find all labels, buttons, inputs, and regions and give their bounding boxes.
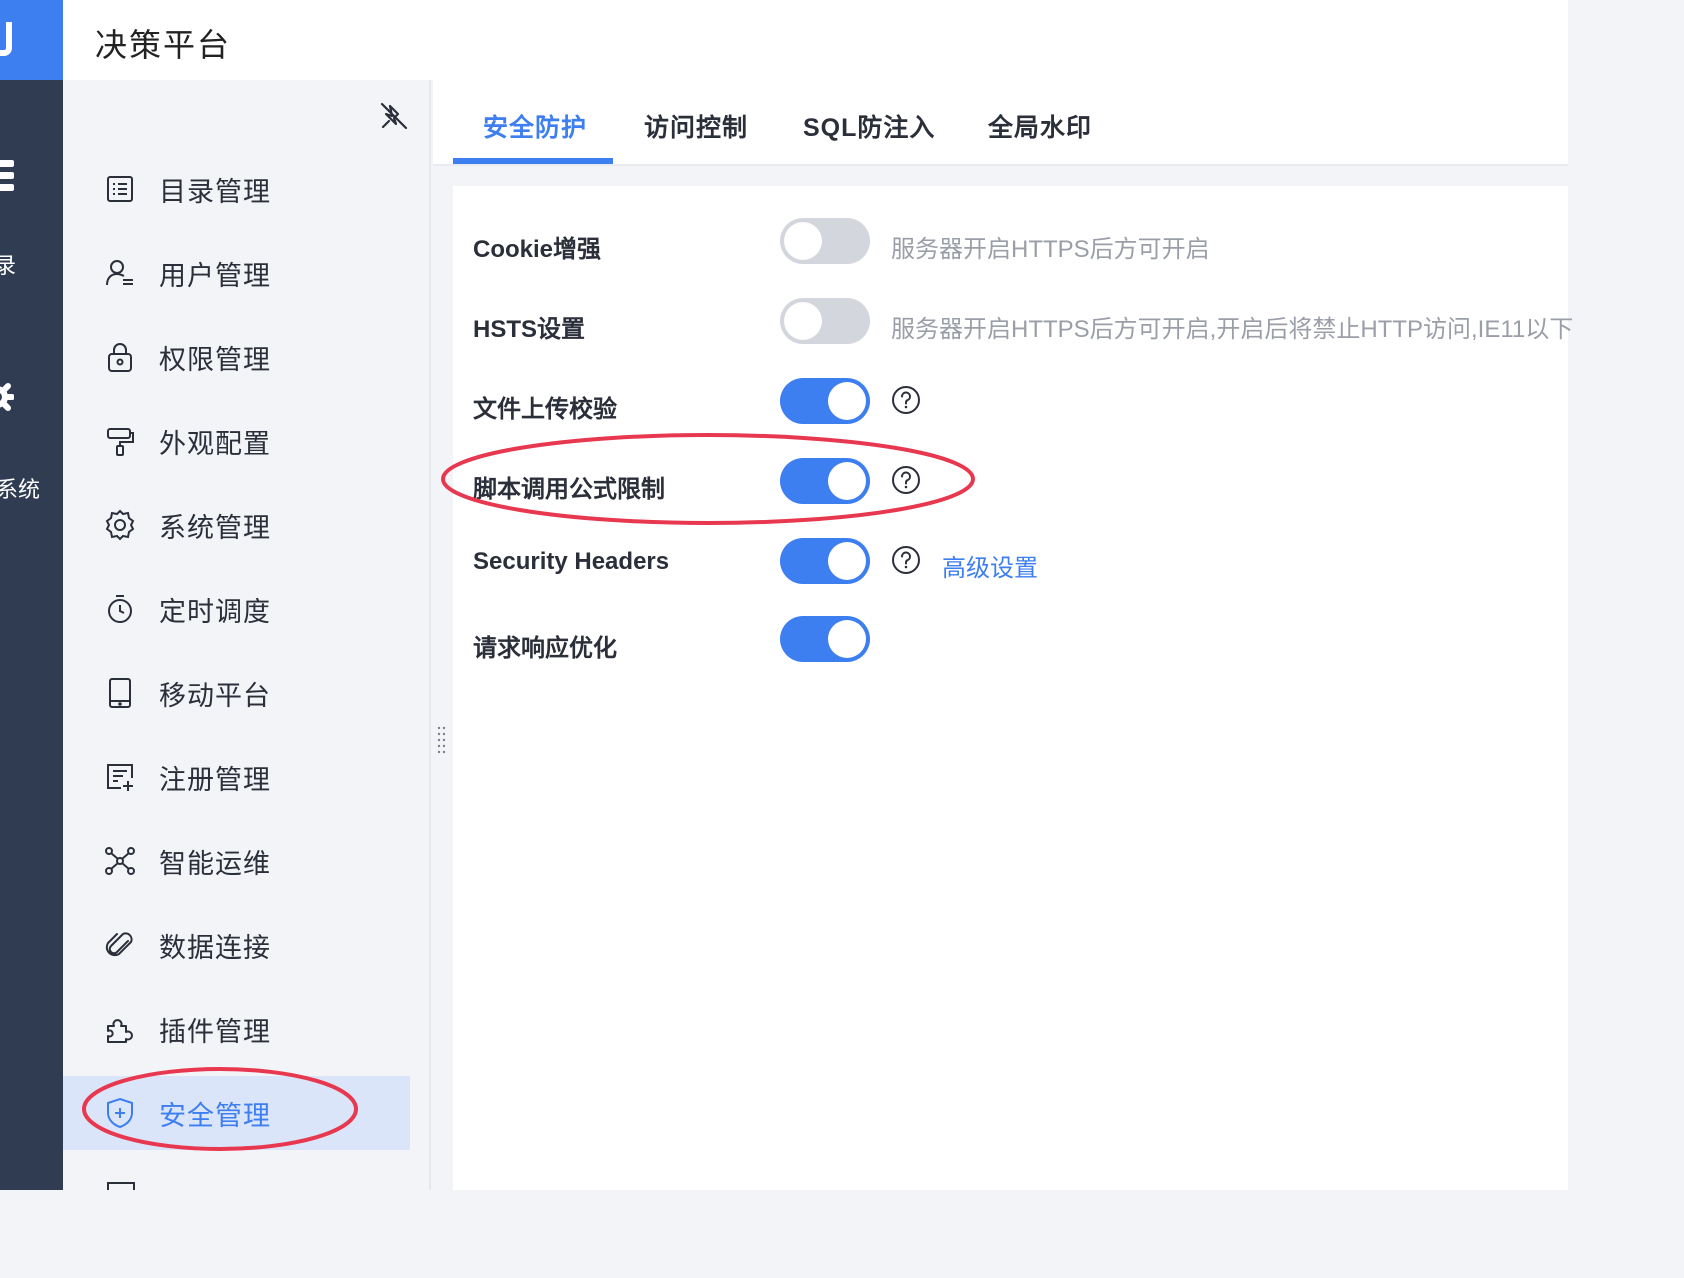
sidebar-item-label: 系统管理	[159, 512, 271, 543]
sidebar-item-data-connection[interactable]: 数据连接	[63, 908, 410, 982]
network-icon	[105, 847, 135, 875]
help-icon[interactable]	[891, 385, 921, 415]
sidebar-item-label: 定时调度	[159, 596, 271, 627]
app-logo[interactable]	[0, 0, 63, 80]
sidebar-item-mobile[interactable]: 移动平台	[63, 656, 410, 730]
next-item-icon	[107, 1182, 135, 1190]
setting-label: Security Headers	[473, 548, 670, 575]
setting-label: 请求响应优化	[473, 635, 617, 662]
setting-label: 文件上传校验	[473, 396, 617, 423]
security-headers-toggle[interactable]	[780, 538, 870, 584]
menu-icon[interactable]	[0, 160, 14, 196]
sidebar-item-plugins[interactable]: 插件管理	[63, 992, 410, 1066]
file-upload-check-toggle[interactable]	[780, 378, 870, 424]
setting-label: Cookie增强	[473, 236, 602, 263]
sidebar-item-label: 移动平台	[159, 680, 271, 711]
tab-security-protection[interactable]: 安全防护	[483, 108, 587, 144]
active-tab-indicator	[453, 158, 613, 164]
sidebar: 目录管理 用户管理 权限管理 外观配置 系统管理 定时调度 移动平台 注册管理 …	[63, 80, 431, 1190]
tab-access-control[interactable]: 访问控制	[644, 108, 748, 144]
hsts-toggle[interactable]	[780, 298, 870, 344]
sidebar-item-label: 目录管理	[159, 176, 271, 207]
shield-icon	[107, 1097, 133, 1129]
settings-panel: Cookie增强 服务器开启HTTPS后方可开启 HSTS设置 服务器开启HTT…	[453, 186, 1573, 1190]
app-header: 决策平台	[63, 0, 1568, 80]
paperclip-icon	[105, 932, 133, 957]
advanced-settings-link[interactable]: 高级设置	[942, 548, 1038, 583]
tab-sql-injection[interactable]: SQL防注入	[803, 108, 935, 144]
sidebar-item-label: 安全管理	[159, 1100, 271, 1131]
script-formula-limit-toggle[interactable]	[780, 458, 870, 504]
sidebar-item-register[interactable]: 注册管理	[63, 740, 410, 814]
sidebar-item-security[interactable]: 安全管理	[63, 1076, 410, 1150]
sidebar-item-system[interactable]: 系统管理	[63, 488, 410, 562]
stopwatch-icon	[108, 595, 132, 623]
puzzle-icon	[107, 1019, 133, 1043]
sidebar-item-directory[interactable]: 目录管理	[63, 152, 410, 226]
sidebar-item-appearance[interactable]: 外观配置	[63, 404, 410, 478]
user-icon	[106, 260, 133, 286]
rail-item-system[interactable]: 系统	[0, 472, 40, 504]
sidebar-item-schedule[interactable]: 定时调度	[63, 572, 410, 646]
setting-label: 脚本调用公式限制	[473, 476, 665, 503]
help-icon[interactable]	[891, 545, 921, 575]
tab-global-watermark[interactable]: 全局水印	[988, 108, 1092, 144]
response-optimization-toggle[interactable]	[780, 616, 870, 662]
tab-bar: 安全防护 访问控制 SQL防注入 全局水印	[433, 80, 1568, 166]
rail-item-directory[interactable]: 录	[0, 248, 16, 280]
lock-icon	[108, 343, 132, 372]
paint-roller-icon	[107, 428, 134, 456]
cookie-toggle[interactable]	[780, 218, 870, 264]
register-icon	[107, 764, 133, 791]
app-title: 决策平台	[95, 27, 232, 63]
gear-icon	[105, 509, 135, 541]
sidebar-item-label: 智能运维	[159, 848, 271, 879]
sidebar-item-label: 用户管理	[159, 260, 271, 291]
app-rail: 录 系统	[0, 0, 63, 1190]
unpin-icon[interactable]	[378, 100, 410, 132]
tablet-icon	[109, 678, 131, 708]
sidebar-item-label: 外观配置	[159, 428, 271, 459]
setting-hint: 服务器开启HTTPS后方可开启	[891, 236, 1210, 263]
setting-label: HSTS设置	[473, 316, 586, 343]
gear-icon[interactable]	[0, 380, 14, 414]
help-icon[interactable]	[891, 465, 921, 495]
list-icon	[107, 176, 133, 202]
sidebar-item-label: 插件管理	[159, 1016, 271, 1047]
sidebar-item-ops[interactable]: 智能运维	[63, 824, 410, 898]
sidebar-item-permissions[interactable]: 权限管理	[63, 320, 410, 394]
sidebar-item-label: 权限管理	[159, 344, 271, 375]
sidebar-item-label: 注册管理	[159, 764, 271, 795]
setting-hint: 服务器开启HTTPS后方可开启,开启后将禁止HTTP访问,IE11以下	[891, 316, 1574, 343]
sidebar-item-users[interactable]: 用户管理	[63, 236, 410, 310]
sidebar-item-label: 数据连接	[159, 932, 271, 963]
resize-handle[interactable]	[437, 725, 447, 755]
